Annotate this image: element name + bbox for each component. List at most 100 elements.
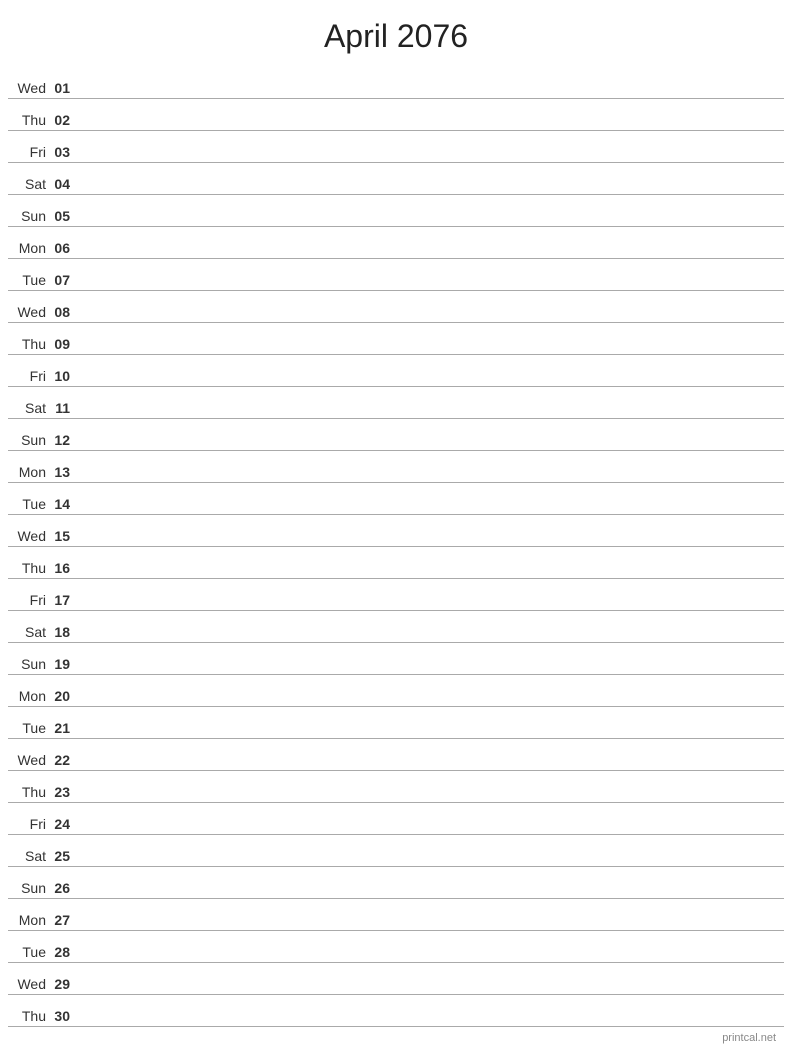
day-line <box>78 831 784 832</box>
day-line <box>78 927 784 928</box>
day-number: 21 <box>50 720 78 736</box>
day-number: 15 <box>50 528 78 544</box>
day-row: Sat11 <box>8 387 784 419</box>
day-line <box>78 735 784 736</box>
day-line <box>78 575 784 576</box>
day-number: 19 <box>50 656 78 672</box>
day-number: 27 <box>50 912 78 928</box>
day-row: Sat18 <box>8 611 784 643</box>
day-number: 13 <box>50 464 78 480</box>
day-number: 17 <box>50 592 78 608</box>
day-row: Fri17 <box>8 579 784 611</box>
day-number: 09 <box>50 336 78 352</box>
day-name: Fri <box>8 816 50 832</box>
day-name: Wed <box>8 976 50 992</box>
day-number: 10 <box>50 368 78 384</box>
day-name: Mon <box>8 912 50 928</box>
day-number: 14 <box>50 496 78 512</box>
day-row: Thu16 <box>8 547 784 579</box>
day-name: Fri <box>8 144 50 160</box>
day-line <box>78 191 784 192</box>
day-line <box>78 319 784 320</box>
day-line <box>78 863 784 864</box>
day-line <box>78 991 784 992</box>
day-line <box>78 511 784 512</box>
day-number: 06 <box>50 240 78 256</box>
footer-text: printcal.net <box>722 1032 776 1044</box>
day-name: Tue <box>8 944 50 960</box>
day-line <box>78 1023 784 1024</box>
day-row: Thu02 <box>8 99 784 131</box>
day-number: 01 <box>50 80 78 96</box>
day-row: Tue14 <box>8 483 784 515</box>
day-name: Sun <box>8 432 50 448</box>
day-line <box>78 351 784 352</box>
day-name: Wed <box>8 528 50 544</box>
day-number: 05 <box>50 208 78 224</box>
day-name: Sun <box>8 208 50 224</box>
day-row: Tue07 <box>8 259 784 291</box>
day-line <box>78 287 784 288</box>
day-number: 16 <box>50 560 78 576</box>
day-name: Mon <box>8 464 50 480</box>
day-number: 29 <box>50 976 78 992</box>
page-title: April 2076 <box>0 0 792 67</box>
day-row: Sun05 <box>8 195 784 227</box>
day-name: Mon <box>8 240 50 256</box>
day-name: Sat <box>8 176 50 192</box>
day-line <box>78 479 784 480</box>
day-name: Sun <box>8 880 50 896</box>
day-name: Tue <box>8 272 50 288</box>
day-name: Tue <box>8 720 50 736</box>
day-line <box>78 639 784 640</box>
calendar-grid: Wed01Thu02Fri03Sat04Sun05Mon06Tue07Wed08… <box>0 67 792 1027</box>
day-name: Sun <box>8 656 50 672</box>
day-line <box>78 95 784 96</box>
day-name: Mon <box>8 688 50 704</box>
day-row: Tue28 <box>8 931 784 963</box>
day-row: Sat25 <box>8 835 784 867</box>
day-name: Thu <box>8 784 50 800</box>
day-number: 20 <box>50 688 78 704</box>
day-name: Thu <box>8 560 50 576</box>
day-row: Thu23 <box>8 771 784 803</box>
day-name: Fri <box>8 592 50 608</box>
day-number: 23 <box>50 784 78 800</box>
day-number: 11 <box>50 400 78 416</box>
day-name: Thu <box>8 336 50 352</box>
day-row: Sat04 <box>8 163 784 195</box>
day-line <box>78 895 784 896</box>
day-number: 30 <box>50 1008 78 1024</box>
day-line <box>78 415 784 416</box>
day-line <box>78 799 784 800</box>
day-number: 26 <box>50 880 78 896</box>
day-name: Sat <box>8 848 50 864</box>
day-number: 08 <box>50 304 78 320</box>
day-name: Wed <box>8 752 50 768</box>
day-row: Wed29 <box>8 963 784 995</box>
day-line <box>78 671 784 672</box>
day-line <box>78 383 784 384</box>
day-row: Thu09 <box>8 323 784 355</box>
day-line <box>78 127 784 128</box>
day-name: Fri <box>8 368 50 384</box>
day-row: Sun26 <box>8 867 784 899</box>
day-row: Mon20 <box>8 675 784 707</box>
day-name: Thu <box>8 1008 50 1024</box>
day-number: 18 <box>50 624 78 640</box>
day-line <box>78 703 784 704</box>
day-row: Fri03 <box>8 131 784 163</box>
day-row: Wed01 <box>8 67 784 99</box>
day-row: Tue21 <box>8 707 784 739</box>
day-name: Sat <box>8 400 50 416</box>
day-line <box>78 159 784 160</box>
day-number: 24 <box>50 816 78 832</box>
day-number: 02 <box>50 112 78 128</box>
day-row: Fri10 <box>8 355 784 387</box>
day-line <box>78 607 784 608</box>
day-name: Sat <box>8 624 50 640</box>
day-number: 22 <box>50 752 78 768</box>
day-line <box>78 447 784 448</box>
day-number: 07 <box>50 272 78 288</box>
day-line <box>78 767 784 768</box>
